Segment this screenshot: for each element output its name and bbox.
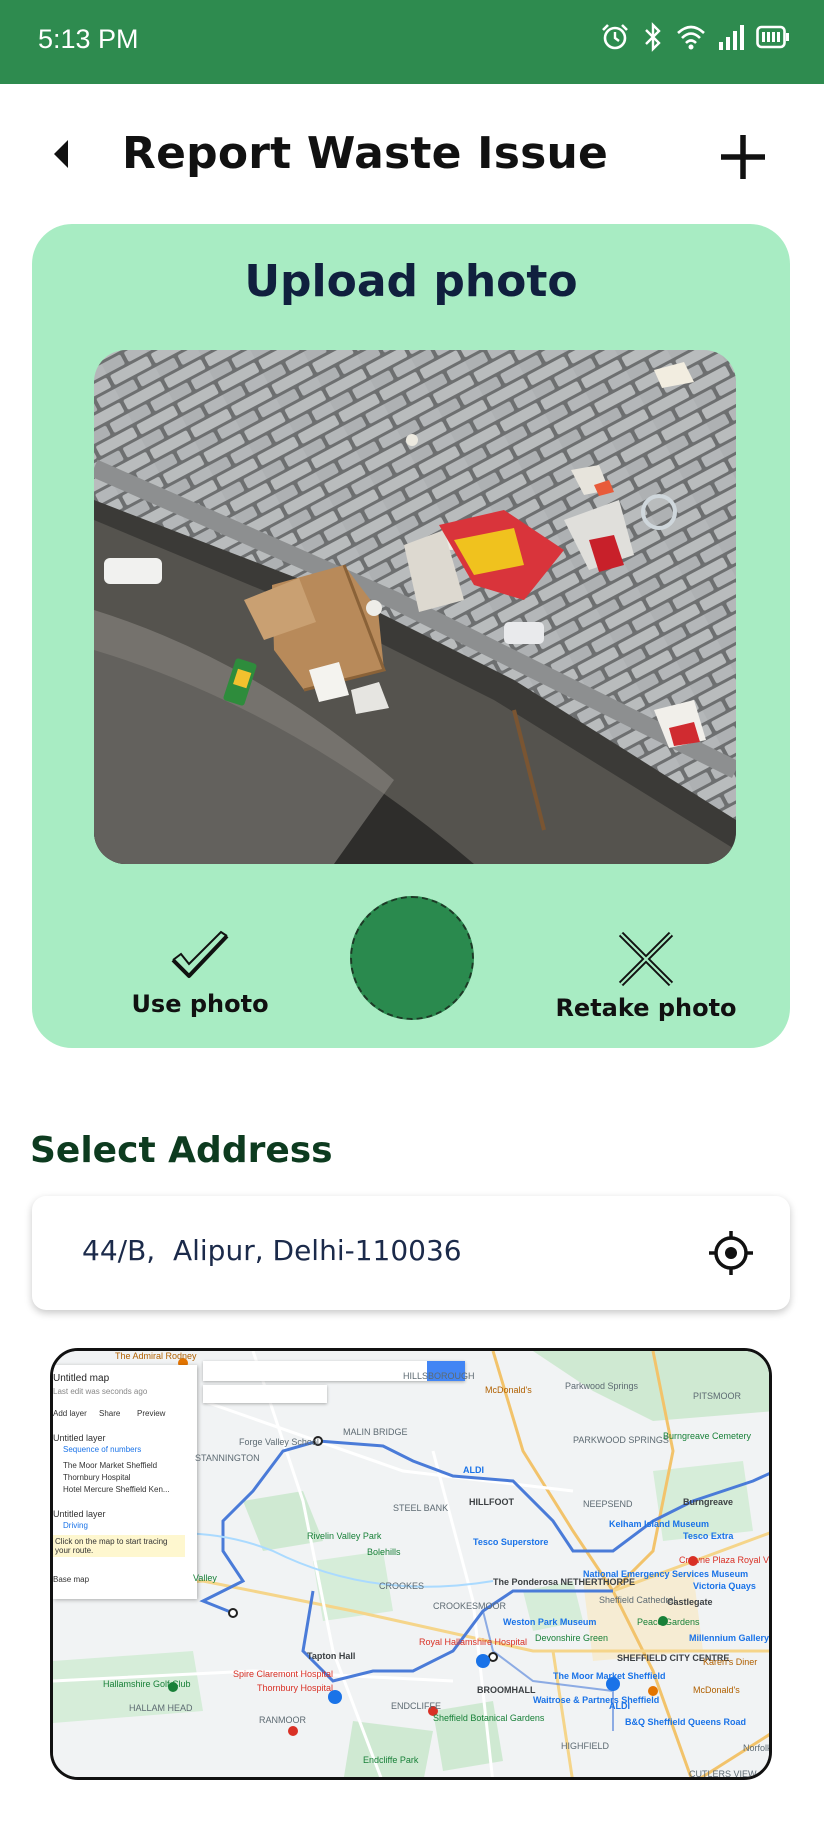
map-label: CUTLERS VIEW: [689, 1769, 757, 1779]
app-bar: Report Waste Issue: [0, 110, 824, 200]
back-triangle-icon: [54, 140, 68, 168]
map-label: Millennium Gallery: [689, 1633, 770, 1643]
page-title: Report Waste Issue: [122, 128, 609, 179]
map-layer-1[interactable]: Untitled layer: [53, 1433, 106, 1443]
map-label: Spire Claremont Hospital: [233, 1669, 334, 1679]
locate-button[interactable]: [708, 1230, 754, 1276]
map-preview[interactable]: Preview: [137, 1409, 165, 1418]
map-side-panel: Untitled map Last edit was seconds ago A…: [53, 1365, 197, 1599]
map-label: Thornbury Hospital: [257, 1683, 334, 1693]
map-layer-2[interactable]: Untitled layer: [53, 1509, 106, 1519]
map-label: Weston Park Museum: [503, 1617, 597, 1627]
map-stop-3[interactable]: Hotel Mercure Sheffield Ken...: [63, 1485, 170, 1494]
map-label: Waitrose & Partners Sheffield: [533, 1695, 660, 1705]
map-label: CROOKESMOOR: [433, 1601, 507, 1611]
map-label: Tesco Extra: [683, 1531, 734, 1541]
map-label: STEEL BANK: [393, 1503, 449, 1513]
map-stop-1[interactable]: The Moor Market Sheffield: [63, 1461, 157, 1470]
map-label: Karen's Diner: [703, 1657, 758, 1667]
map-label: Kelham Island Museum: [609, 1519, 710, 1529]
map-share[interactable]: Share: [99, 1409, 120, 1418]
check-icon: [171, 930, 229, 978]
map-label: Forge Valley School: [239, 1437, 319, 1447]
map-label: HIGHFIELD: [561, 1741, 610, 1751]
map-label: BROOMHALL: [477, 1685, 536, 1695]
map-label: McDonald's: [485, 1385, 532, 1395]
map-base-map[interactable]: Base map: [53, 1575, 89, 1584]
close-icon: [618, 931, 674, 987]
bluetooth-icon: [645, 22, 661, 52]
use-photo-label: Use photo: [131, 990, 269, 1018]
map-label: Sheffield Cathedral: [599, 1595, 676, 1605]
map-label: Bolehills: [367, 1547, 401, 1557]
map-hint: Click on the map to start tracing your r…: [53, 1535, 185, 1557]
map-label: Burngreave: [683, 1497, 734, 1507]
map-label: Burngreave Cemetery: [663, 1431, 752, 1441]
map-label: ALDI: [463, 1465, 484, 1475]
wifi-icon: [677, 25, 705, 50]
map-label: Peace Gardens: [637, 1617, 700, 1627]
map-label: Rivelin Valley Park: [307, 1531, 382, 1541]
photo-actions: Use photo Retake photo: [32, 890, 790, 1022]
signal-icon: [719, 25, 744, 50]
map-panel-subtitle: Last edit was seconds ago: [53, 1387, 148, 1396]
use-photo-button[interactable]: Use photo: [124, 930, 276, 1018]
map-label: PARKWOOD SPRINGS: [573, 1435, 669, 1445]
plus-icon: [721, 135, 765, 179]
back-button[interactable]: [48, 136, 78, 172]
map-label: ENDCLIFFE: [391, 1701, 442, 1711]
map-label: NEEPSEND: [583, 1499, 633, 1509]
locate-target-icon: [709, 1231, 753, 1275]
map-label: Devonshire Green: [535, 1633, 609, 1643]
map-label: Royal Hallamshire Hospital: [419, 1637, 528, 1647]
map-label: B&Q Sheffield Queens Road: [625, 1717, 747, 1727]
shutter-button[interactable]: [350, 896, 474, 1020]
address-field[interactable]: [32, 1196, 790, 1310]
map-add-layer[interactable]: Add layer: [53, 1409, 87, 1418]
address-input[interactable]: [82, 1234, 682, 1267]
upload-card: Upload photo Use photo Retake photo: [32, 224, 790, 1048]
map-label: MALIN BRIDGE: [343, 1427, 408, 1437]
map-label: Endcliffe Park: [363, 1755, 419, 1765]
map-view[interactable]: Untitled map Last edit was seconds ago A…: [50, 1348, 772, 1780]
map-panel-title: Untitled map: [53, 1373, 110, 1384]
map-label: ALDI: [609, 1701, 630, 1711]
map-label: Tesco Superstore: [473, 1537, 549, 1547]
map-label: RANMOOR: [259, 1715, 306, 1725]
map-label: STANNINGTON: [195, 1453, 260, 1463]
map-label: Hallamshire Golf Club: [103, 1679, 191, 1689]
map-stop-2[interactable]: Thornbury Hospital: [63, 1473, 131, 1482]
map-label: Crowne Plaza Royal Victoria: [679, 1555, 771, 1565]
map-tools[interactable]: [203, 1385, 327, 1403]
add-button[interactable]: [718, 132, 768, 182]
status-bar: 5:13 PM: [0, 0, 824, 84]
battery-icon: [756, 25, 789, 49]
map-sequence[interactable]: Sequence of numbers: [63, 1445, 141, 1454]
retake-photo-button[interactable]: Retake photo: [540, 930, 752, 1022]
map-label: Tapton Hall: [307, 1651, 356, 1661]
map-label: Sheffield Botanical Gardens: [433, 1713, 545, 1723]
map-label: McDonald's: [693, 1685, 740, 1695]
map-label: The Admiral Rodney: [115, 1351, 197, 1361]
alarm-icon: [602, 24, 628, 50]
map-label: Valley: [193, 1573, 217, 1583]
map-label: Victoria Quays: [693, 1581, 756, 1591]
upload-title: Upload photo: [244, 256, 578, 307]
select-address-label: Select Address: [30, 1130, 333, 1171]
map-label: The Moor Market Sheffield: [553, 1671, 666, 1681]
waste-photo: [94, 350, 736, 864]
map-label: PITSMOOR: [693, 1391, 742, 1401]
map-label: Norfolk Heritage: [743, 1743, 772, 1753]
map-label: CROOKES: [379, 1581, 425, 1591]
map-label: HILLFOOT: [469, 1497, 514, 1507]
map-label: National Emergency Services Museum: [583, 1569, 749, 1579]
status-icons: [600, 22, 790, 52]
retake-photo-label: Retake photo: [555, 994, 737, 1022]
map-driving[interactable]: Driving: [63, 1521, 88, 1530]
map-label: HILLSBOROUGH: [403, 1371, 475, 1381]
map-label: Castlegate: [667, 1597, 713, 1607]
status-time: 5:13 PM: [38, 24, 139, 54]
map-label: HALLAM HEAD: [129, 1703, 193, 1713]
map-label: Parkwood Springs: [565, 1381, 639, 1391]
